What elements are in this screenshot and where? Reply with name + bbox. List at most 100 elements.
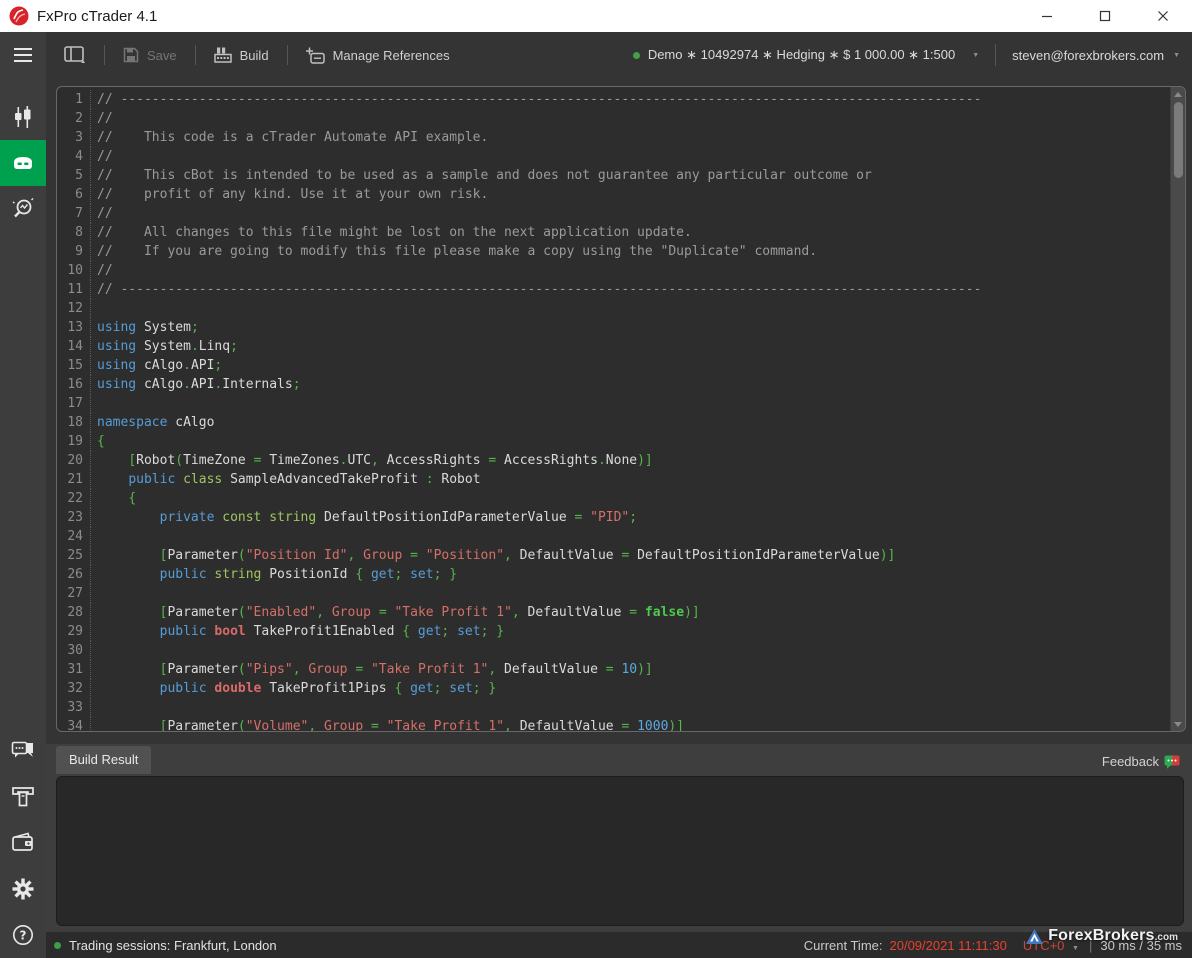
code-line-text: using cAlgo.API.Internals; [91,375,301,394]
line-number: 15 [57,356,91,375]
manage-references-button[interactable]: Manage References [302,41,454,70]
code-line: 7// [57,204,1185,223]
session-status-dot [54,942,61,949]
editor-scrollbar[interactable] [1170,87,1185,731]
code-line-text: public double TakeProfit1Pips { get; set… [91,679,496,698]
code-line: 23 private const string DefaultPositionI… [57,508,1185,527]
code-area[interactable]: 1// ------------------------------------… [57,87,1185,732]
code-line-text: // This code is a cTrader Automate API e… [91,128,488,147]
scroll-down-arrow-icon[interactable] [1171,718,1185,730]
build-output-panel[interactable] [56,776,1184,926]
line-number: 23 [57,508,91,527]
current-time-value: 20/09/2021 11:11:30 [890,938,1007,953]
status-separator: | [1089,938,1092,953]
code-line: 19{ [57,432,1185,451]
code-line: 8// All changes to this file might be lo… [57,223,1185,242]
line-number: 30 [57,641,91,660]
line-number: 34 [57,717,91,732]
main-area: Save Build [46,32,1192,958]
menu-button[interactable] [0,32,46,78]
code-line: 14using System.Linq; [57,337,1185,356]
code-line-text: [Parameter("Pips", Group = "Take Profit … [91,660,653,679]
code-line-text: // -------------------------------------… [91,90,981,109]
user-email-menu[interactable]: steven@forexbrokers.com ▼ [1012,48,1180,63]
app-body: ? [0,32,1192,958]
user-email: steven@forexbrokers.com [1012,48,1164,63]
close-button[interactable] [1134,0,1192,32]
code-line-text: public bool TakeProfit1Enabled { get; se… [91,622,504,641]
code-line-text: using cAlgo.API; [91,356,222,375]
chevron-down-icon: ▼ [1173,52,1180,59]
code-line: 3// This code is a cTrader Automate API … [57,128,1185,147]
code-line-text: { [91,432,105,451]
layout-panel-button[interactable] [60,40,90,70]
sidebar-item-wallet[interactable] [0,820,46,866]
code-line: 9// If you are going to modify this file… [57,242,1185,261]
code-line-text [91,299,97,318]
save-label: Save [147,48,177,63]
scrollbar-thumb[interactable] [1174,102,1183,178]
code-line-text [91,641,97,660]
code-line: 1// ------------------------------------… [57,90,1185,109]
code-line-text: // If you are going to modify this file … [91,242,817,261]
account-selector[interactable]: Demo ∗ 10492974 ∗ Hedging ∗ $ 1 000.00 ∗… [633,47,979,63]
build-button[interactable]: Build [210,41,273,69]
editor-wrap: 1// ------------------------------------… [46,78,1192,732]
feedback-button[interactable]: Feedback [1102,754,1180,769]
code-line: 4// [57,147,1185,166]
code-line: 18namespace cAlgo [57,413,1185,432]
minimize-button[interactable] [1018,0,1076,32]
help-icon: ? [12,924,34,946]
account-info: Demo ∗ 10492974 ∗ Hedging ∗ $ 1 000.00 ∗… [648,47,955,63]
line-number: 7 [57,204,91,223]
line-number: 22 [57,489,91,508]
app-window: FxPro cTrader 4.1 [0,0,1192,958]
sidebar-item-analyze[interactable] [0,186,46,232]
sidebar-spacer [0,232,46,728]
line-number: 29 [57,622,91,641]
line-number: 9 [57,242,91,261]
window-title: FxPro cTrader 4.1 [37,8,157,25]
line-number: 25 [57,546,91,565]
code-line: 12 [57,299,1185,318]
code-line: 17 [57,394,1185,413]
code-line-text [91,394,97,413]
latency-value: 30 ms / 35 ms [1100,938,1182,953]
tab-build-result[interactable]: Build Result [56,746,151,774]
line-number: 6 [57,185,91,204]
code-line: 24 [57,527,1185,546]
code-editor[interactable]: 1// ------------------------------------… [56,86,1186,732]
code-line-text [91,698,97,717]
manage-references-label: Manage References [333,48,450,63]
code-line-text: namespace cAlgo [91,413,214,432]
line-number: 17 [57,394,91,413]
scroll-up-arrow-icon[interactable] [1171,88,1185,100]
code-line-text: // This cBot is intended to be used as a… [91,166,872,185]
sidebar-item-trade[interactable] [0,94,46,140]
gear-icon [12,878,34,900]
sidebar-item-settings[interactable] [0,866,46,912]
code-line-text [91,527,97,546]
sidebar-item-automate[interactable] [0,140,46,186]
sidebar-item-chat[interactable] [0,728,46,774]
svg-text:?: ? [20,929,27,943]
code-line-text: // [91,261,113,280]
line-number: 24 [57,527,91,546]
maximize-button[interactable] [1076,0,1134,32]
timezone-selector[interactable]: UTC+0 ▼ [1023,938,1079,953]
toolbar-separator [995,44,996,66]
build-result-section: Build Result Feedback [46,744,1192,932]
sidebar-item-deposit[interactable] [0,774,46,820]
line-number: 28 [57,603,91,622]
code-line: 32 public double TakeProfit1Pips { get; … [57,679,1185,698]
code-line-text: [Parameter("Position Id", Group = "Posit… [91,546,895,565]
sidebar-item-help[interactable]: ? [0,912,46,958]
code-line-text: [Parameter("Volume", Group = "Take Profi… [91,717,684,732]
fxpro-logo-icon [9,6,29,26]
line-number: 2 [57,109,91,128]
line-number: 14 [57,337,91,356]
code-line: 22 { [57,489,1185,508]
build-icon [214,47,232,63]
save-button[interactable]: Save [119,41,181,69]
code-line: 33 [57,698,1185,717]
